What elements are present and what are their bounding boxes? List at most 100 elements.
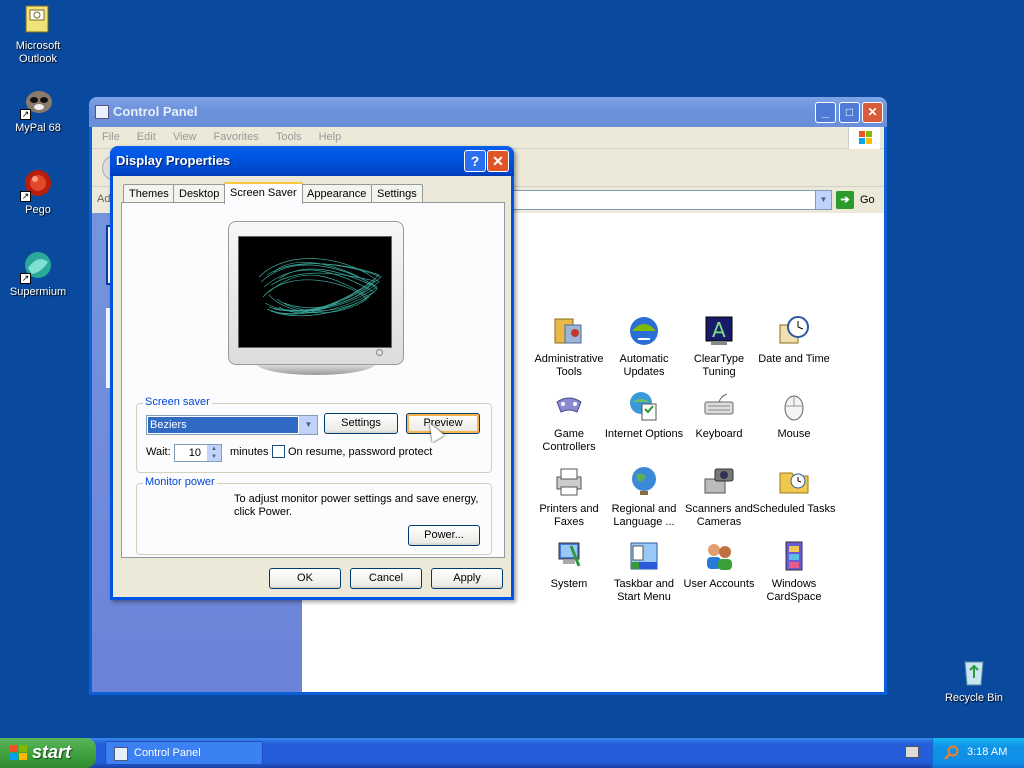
- mouse-icon: [778, 390, 810, 422]
- screen-saver-settings-button[interactable]: Settings: [324, 413, 398, 434]
- cp-item-printers-and-faxes[interactable]: Printers and Faxes: [527, 465, 611, 529]
- screen-saver-select[interactable]: Beziers ▼: [146, 415, 318, 435]
- monitor-power-legend: Monitor power: [143, 476, 217, 488]
- tab-appearance[interactable]: Appearance: [301, 184, 373, 203]
- desktop-icon-mypal[interactable]: ↗ MyPal 68: [0, 86, 76, 135]
- cp-item-scheduled-tasks[interactable]: Scheduled Tasks: [752, 465, 836, 516]
- search-icon[interactable]: [943, 745, 959, 761]
- tab-desktop[interactable]: Desktop: [173, 184, 226, 203]
- taskbar-item-control-panel[interactable]: Control Panel: [105, 741, 263, 765]
- cp-item-keyboard[interactable]: Keyboard: [677, 390, 761, 441]
- cp-item-label: Date and Time: [758, 353, 830, 365]
- wait-value: 10: [188, 447, 201, 459]
- apply-button[interactable]: Apply: [431, 568, 503, 589]
- cp-item-label: Keyboard: [695, 428, 743, 440]
- cp-item-label: Mouse: [777, 428, 811, 440]
- cp-item-mouse[interactable]: Mouse: [752, 390, 836, 441]
- cp-item-cleartype-tuning[interactable]: A ClearType Tuning: [677, 315, 761, 379]
- cp-item-label: User Accounts: [683, 578, 755, 590]
- desktop-icon-label: Microsoft Outlook: [15, 40, 61, 65]
- cp-item-user-accounts[interactable]: User Accounts: [677, 540, 761, 591]
- cp-item-label: Scheduled Tasks: [752, 503, 836, 515]
- cp-item-regional-and-language[interactable]: Regional and Language ...: [602, 465, 686, 529]
- cp-item-label: System: [550, 578, 588, 590]
- dialog-close-button[interactable]: ✕: [487, 150, 509, 172]
- start-button[interactable]: start: [0, 738, 96, 768]
- cp-item-internet-options[interactable]: Internet Options: [602, 390, 686, 441]
- spin-buttons[interactable]: ▲ ▼: [207, 445, 221, 461]
- help-button[interactable]: ?: [464, 150, 486, 172]
- svg-text:A: A: [712, 318, 726, 342]
- cp-item-date-and-time[interactable]: Date and Time: [752, 315, 836, 366]
- windows-logo-icon: [848, 127, 880, 149]
- desktop-icon-outlook[interactable]: Microsoft Outlook: [0, 4, 76, 66]
- windows-logo-icon: [10, 745, 27, 760]
- tab-themes[interactable]: Themes: [123, 184, 175, 203]
- taskbar-item-label: Control Panel: [134, 747, 201, 759]
- wait-label: Wait:: [146, 446, 171, 458]
- administrative-tools-icon: [553, 315, 585, 347]
- chevron-down-icon[interactable]: ▼: [815, 191, 831, 209]
- window-title: Control Panel: [113, 104, 198, 119]
- mypal-icon: ↗: [20, 86, 54, 120]
- menu-tools[interactable]: Tools: [276, 131, 302, 143]
- cp-item-label: Scanners and Cameras: [685, 503, 753, 528]
- globe-icon: [628, 465, 660, 497]
- system-icon: [553, 540, 585, 572]
- control-panel-titlebar[interactable]: Control Panel _ □ ✕: [89, 97, 887, 127]
- clock-icon: [778, 315, 810, 347]
- maximize-button[interactable]: □: [839, 102, 860, 123]
- minimize-button[interactable]: _: [815, 102, 836, 123]
- menu-favorites[interactable]: Favorites: [214, 131, 259, 143]
- desktop-icon-label: Supermium: [9, 286, 67, 298]
- energy-star-icon: [152, 499, 176, 523]
- supermium-icon: ↗: [20, 250, 54, 284]
- display-properties-dialog: Display Properties ? ✕ Themes Desktop Sc…: [110, 146, 514, 600]
- cp-item-label: Internet Options: [604, 428, 684, 440]
- desktop-icon-pego[interactable]: ↗ Pego: [0, 168, 76, 217]
- close-button[interactable]: ✕: [862, 102, 883, 123]
- cp-item-windows-cardspace[interactable]: Windows CardSpace: [752, 540, 836, 604]
- desktop-icon-recycle-bin[interactable]: Recycle Bin: [936, 656, 1012, 705]
- dialog-title: Display Properties: [116, 153, 231, 168]
- internet-options-icon: [628, 390, 660, 422]
- keyboard-tray-icon[interactable]: [905, 746, 919, 758]
- menu-view[interactable]: View: [173, 131, 197, 143]
- tab-settings[interactable]: Settings: [371, 184, 423, 203]
- control-panel-icon: [114, 747, 128, 761]
- cp-item-label: Windows CardSpace: [766, 578, 822, 603]
- menu-help[interactable]: Help: [319, 131, 342, 143]
- monitor-power-text: To adjust monitor power settings and sav…: [234, 493, 479, 518]
- start-label: start: [32, 742, 72, 762]
- scheduled-tasks-icon: [778, 465, 810, 497]
- power-button[interactable]: Power...: [408, 525, 480, 546]
- printer-icon: [553, 465, 585, 497]
- cp-item-system[interactable]: System: [527, 540, 611, 591]
- dialog-titlebar[interactable]: Display Properties ? ✕: [110, 146, 514, 176]
- desktop-icon-supermium[interactable]: ↗ Supermium: [0, 250, 76, 299]
- monitor-preview: [228, 221, 404, 375]
- cp-item-game-controllers[interactable]: Game Controllers: [527, 390, 611, 454]
- password-protect-label[interactable]: On resume, password protect: [288, 446, 432, 458]
- user-accounts-icon: [703, 540, 735, 572]
- cp-item-administrative-tools[interactable]: Administrative Tools: [527, 315, 611, 379]
- tab-screen-saver[interactable]: Screen Saver: [224, 182, 303, 204]
- cancel-button[interactable]: Cancel: [350, 568, 422, 589]
- cp-item-automatic-updates[interactable]: Automatic Updates: [602, 315, 686, 379]
- ok-button[interactable]: OK: [269, 568, 341, 589]
- preview-button[interactable]: Preview: [406, 413, 480, 434]
- desktop-icon-label: MyPal 68: [15, 122, 61, 134]
- cp-item-label: ClearType Tuning: [693, 353, 745, 378]
- shortcut-arrow-icon: ↗: [20, 273, 31, 284]
- cp-item-taskbar-and-start-menu[interactable]: Taskbar and Start Menu: [602, 540, 686, 604]
- go-button[interactable]: ➔ Go: [836, 190, 880, 210]
- wait-minutes-input[interactable]: 10 ▲ ▼: [174, 444, 222, 462]
- menu-file[interactable]: File: [102, 131, 120, 143]
- clock[interactable]: 3:18 AM: [967, 746, 1007, 758]
- address-input[interactable]: ▼: [502, 190, 832, 210]
- desktop-icon-label: Pego: [25, 204, 51, 216]
- menu-edit[interactable]: Edit: [137, 131, 156, 143]
- password-protect-checkbox[interactable]: [272, 445, 285, 458]
- cp-item-scanners-and-cameras[interactable]: Scanners and Cameras: [677, 465, 761, 529]
- chevron-down-icon[interactable]: ▼: [299, 416, 317, 434]
